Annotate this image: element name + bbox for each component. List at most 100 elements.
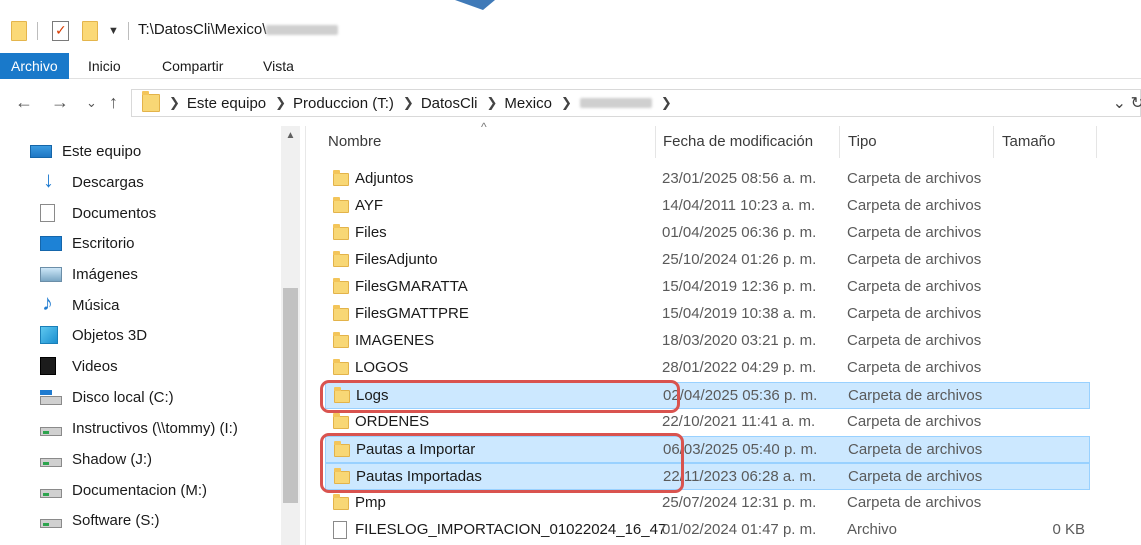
column-header-name[interactable]: Nombre — [328, 126, 381, 158]
scrollbar-thumb[interactable] — [283, 288, 298, 503]
file-type: Carpeta de archivos — [847, 305, 982, 322]
column-divider[interactable] — [993, 126, 994, 158]
nav-item-musica[interactable]: Música — [40, 290, 120, 320]
tab-inicio[interactable]: Inicio — [77, 53, 132, 79]
folder-icon — [333, 278, 349, 294]
breadcrumb-mexico[interactable]: Mexico — [504, 95, 552, 112]
column-header-type[interactable]: Tipo — [848, 126, 877, 158]
nav-item-escritorio[interactable]: Escritorio — [40, 228, 135, 258]
file-date: 15/04/2019 12:36 p. m. — [662, 278, 817, 295]
nav-item-imagenes[interactable]: Imágenes — [40, 259, 138, 289]
file-date: 01/04/2025 06:36 p. m. — [662, 224, 817, 241]
new-folder-icon[interactable] — [82, 20, 98, 42]
file-row[interactable]: Files 01/04/2025 06:36 p. m. Carpeta de ar… — [325, 220, 1090, 247]
pictures-icon — [40, 266, 62, 282]
file-row[interactable]: AYF 14/04/2011 10:23 a. m. Carpeta de arch… — [325, 193, 1090, 220]
nav-item-software[interactable]: Software (S:) — [40, 505, 160, 535]
tab-compartir[interactable]: Compartir — [151, 53, 234, 79]
nav-item-objetos-3d[interactable]: Objetos 3D — [40, 320, 147, 350]
folder-icon — [333, 197, 349, 213]
nav-item-label: Descargas — [72, 173, 144, 191]
file-type: Carpeta de archivos — [847, 278, 982, 295]
toolbar-separator — [128, 22, 129, 40]
navigation-pane: Este equipo Descargas Documentos Escrito… — [0, 126, 300, 545]
properties-check-icon[interactable] — [52, 20, 69, 42]
file-type: Carpeta de archivos — [847, 332, 982, 349]
breadcrumb-separator-icon[interactable]: ❯ — [169, 95, 180, 111]
breadcrumb-separator-icon[interactable]: ❯ — [275, 95, 286, 111]
file-type: Carpeta de archivos — [848, 387, 983, 404]
up-arrow-icon[interactable]: ↑ — [109, 92, 118, 113]
file-row[interactable]: FilesGMATTPRE 15/04/2019 10:38 a. m. Carpe… — [325, 301, 1090, 328]
file-row[interactable]: FILESLOG_IMPORTACION_01022024_16_47 01/02… — [325, 517, 1090, 544]
breadcrumb-redacted[interactable] — [579, 98, 652, 108]
breadcrumb-datoscli[interactable]: DatosCli — [421, 95, 478, 112]
breadcrumb-separator-icon[interactable]: ❯ — [661, 95, 672, 111]
file-row[interactable]: ORDENES 22/10/2021 11:41 a. m. Carpeta de … — [325, 409, 1090, 436]
breadcrumb-separator-icon[interactable]: ❯ — [403, 95, 414, 111]
column-divider[interactable] — [839, 126, 840, 158]
pane-divider[interactable] — [305, 126, 306, 545]
downloads-icon — [40, 167, 62, 193]
documents-icon — [40, 204, 55, 222]
column-header-size[interactable]: Tamaño — [1002, 126, 1055, 158]
file-date: 01/02/2024 01:47 p. m. — [662, 521, 817, 538]
window-title: T:\DatosCli\Mexico\ — [138, 21, 339, 38]
scroll-up-arrow-icon[interactable]: ▲ — [281, 126, 300, 146]
nav-item-disco-local[interactable]: Disco local (C:) — [40, 382, 174, 412]
file-date: 14/04/2011 10:23 a. m. — [662, 197, 816, 214]
file-date: 22/11/2023 06:28 a. m. — [663, 468, 817, 485]
file-row[interactable]: IMAGENES 18/03/2020 03:21 p. m. Carpeta de… — [325, 328, 1090, 355]
file-name: Adjuntos — [355, 170, 414, 187]
column-divider[interactable] — [655, 126, 656, 158]
file-name: Pmp — [355, 494, 386, 511]
column-header-date[interactable]: Fecha de modificación — [663, 126, 813, 158]
file-row[interactable]: Pmp 25/07/2024 12:31 p. m. Carpeta de arch… — [325, 490, 1090, 517]
refresh-icon[interactable]: ↻ — [1131, 93, 1141, 113]
nav-scrollbar[interactable]: ▲ — [281, 126, 300, 545]
file-size: 0 KB — [1052, 521, 1085, 538]
breadcrumb-produccion[interactable]: Produccion (T:) — [293, 95, 394, 112]
back-arrow-icon[interactable]: ← — [15, 92, 33, 113]
nav-item-documentacion[interactable]: Documentacion (M:) — [40, 475, 207, 505]
toolbar-separator — [37, 22, 38, 40]
file-row[interactable]: FilesAdjunto 25/10/2024 01:26 p. m. Carpet… — [325, 247, 1090, 274]
nav-item-instructivos[interactable]: Instructivos (\\tommy) (I:) — [40, 413, 238, 443]
music-icon — [40, 290, 62, 316]
nav-item-label: Documentos — [72, 204, 157, 222]
tab-archivo[interactable]: Archivo — [0, 53, 69, 79]
column-divider[interactable] — [1096, 126, 1097, 158]
folder-icon — [333, 332, 349, 348]
forward-arrow-icon[interactable]: → — [51, 92, 69, 113]
breadcrumb-este-equipo[interactable]: Este equipo — [187, 95, 266, 112]
decorative-shape — [455, 0, 495, 10]
file-row[interactable]: FilesGMARATTA 15/04/2019 12:36 p. m. Carpe… — [325, 274, 1090, 301]
computer-icon — [30, 145, 52, 158]
recent-locations-icon[interactable]: ⌄ — [86, 95, 97, 111]
title-bar: ▼ T:\DatosCli\Mexico\ — [0, 0, 1141, 46]
nav-item-descargas[interactable]: Descargas — [40, 167, 144, 197]
breadcrumb-separator-icon[interactable]: ❯ — [487, 95, 498, 111]
folder-icon — [333, 413, 349, 429]
file-name: LOGOS — [355, 359, 409, 376]
breadcrumb-separator-icon[interactable]: ❯ — [561, 95, 572, 111]
tab-vista[interactable]: Vista — [252, 53, 305, 79]
nav-item-shadow[interactable]: Shadow (J:) — [40, 444, 152, 474]
nav-item-label: Este equipo — [62, 142, 142, 160]
file-type: Carpeta de archivos — [847, 197, 982, 214]
nav-item-videos[interactable]: Videos — [40, 351, 118, 381]
nav-item-label: Escritorio — [72, 234, 135, 252]
network-drive-icon — [40, 426, 62, 436]
address-dropdown-icon[interactable]: ⌄ — [1113, 93, 1126, 113]
customize-dropdown-icon[interactable]: ▼ — [108, 20, 119, 42]
address-bar[interactable]: ❯ Este equipo ❯ Produccion (T:) ❯ DatosC… — [131, 89, 1141, 117]
file-row[interactable]: LOGOS 28/01/2022 04:29 p. m. Carpeta de ar… — [325, 355, 1090, 382]
nav-item-este-equipo[interactable]: Este equipo — [30, 136, 141, 166]
nav-item-label: Objetos 3D — [72, 326, 148, 344]
3d-objects-icon — [40, 326, 58, 344]
file-type: Carpeta de archivos — [847, 224, 982, 241]
file-name: AYF — [355, 197, 384, 214]
file-row[interactable]: Adjuntos 23/01/2025 08:56 a. m. Carpeta de… — [325, 166, 1090, 193]
file-type: Carpeta de archivos — [847, 413, 982, 430]
nav-item-documentos[interactable]: Documentos — [40, 198, 156, 228]
